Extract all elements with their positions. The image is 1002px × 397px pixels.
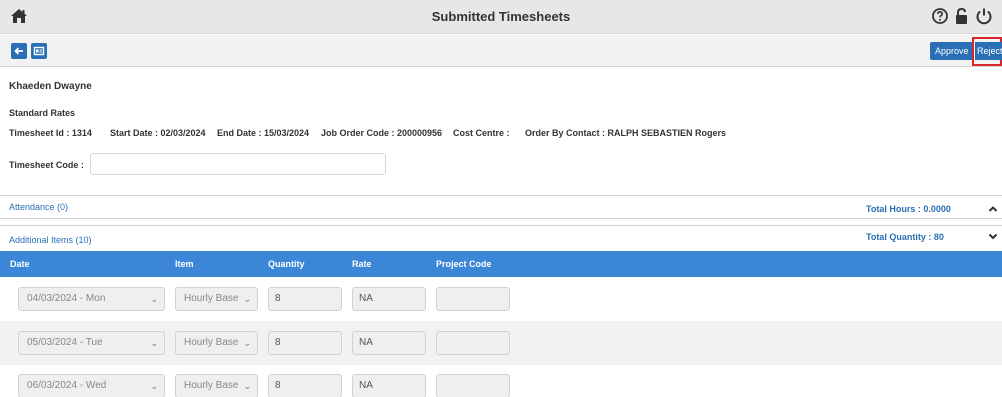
help-circle-icon[interactable] <box>931 7 949 25</box>
attendance-link[interactable]: Attendance (0) <box>9 202 68 212</box>
table-header: Date Item Quantity Rate Project Code <box>0 251 1002 277</box>
item-select-value: Hourly Base <box>184 293 239 304</box>
item-select[interactable]: Hourly Base ⌄ <box>175 287 258 311</box>
cost-centre: Cost Centre : <box>453 128 510 138</box>
card-button[interactable] <box>31 43 47 59</box>
employee-name: Khaeden Dwayne <box>9 81 92 92</box>
column-header-project-code: Project Code <box>436 259 492 269</box>
chevron-down-icon[interactable] <box>987 230 999 242</box>
project-code-input[interactable] <box>436 287 510 311</box>
additional-items-link[interactable]: Additional Items (10) <box>9 235 92 245</box>
order-by-contact: Order By Contact : RALPH SEBASTIEN Roger… <box>525 128 727 138</box>
quantity-input[interactable]: 8 <box>268 331 342 355</box>
rate-field: NA <box>352 287 426 311</box>
job-order-code: Job Order Code : 200000956 <box>321 128 443 138</box>
project-code-input[interactable] <box>436 331 510 355</box>
chevron-down-icon: ⌄ <box>150 338 158 348</box>
total-hours: Total Hours : 0.0000 <box>866 204 951 214</box>
date-select[interactable]: 05/03/2024 - Tue ⌄ <box>18 331 165 355</box>
table-row: 05/03/2024 - Tue ⌄ Hourly Base ⌄ 8 NA <box>0 321 1002 365</box>
column-header-quantity: Quantity <box>268 259 305 269</box>
date-select-value: 04/03/2024 - Mon <box>27 293 106 304</box>
column-header-rate: Rate <box>352 259 372 269</box>
item-select-value: Hourly Base <box>184 337 239 348</box>
timesheet-id: Timesheet Id : 1314 <box>9 128 92 138</box>
additional-items-section[interactable]: Additional Items (10) Total Quantity : 8… <box>0 225 1002 251</box>
back-button[interactable] <box>11 43 27 59</box>
attendance-section[interactable]: Attendance (0) Total Hours : 0.0000 <box>0 195 1002 219</box>
date-select-value: 06/03/2024 - Wed <box>27 380 107 391</box>
chevron-down-icon: ⌄ <box>150 381 158 391</box>
chevron-up-icon[interactable] <box>987 203 999 215</box>
column-header-item: Item <box>175 259 194 269</box>
chevron-down-icon: ⌄ <box>243 381 251 391</box>
item-select-value: Hourly Base <box>184 380 239 391</box>
rate-field: NA <box>352 331 426 355</box>
unlock-icon[interactable] <box>953 7 971 25</box>
reject-button[interactable]: Reject <box>975 42 1002 60</box>
back-arrow-icon <box>14 47 23 55</box>
rate-field: NA <box>352 374 426 397</box>
action-toolbar: Approve Reject <box>0 35 1002 67</box>
table-row: 06/03/2024 - Wed ⌄ Hourly Base ⌄ 8 NA <box>0 365 1002 397</box>
power-icon[interactable] <box>975 7 993 25</box>
id-card-icon <box>33 46 45 56</box>
rate-type: Standard Rates <box>9 108 76 118</box>
date-select[interactable]: 06/03/2024 - Wed ⌄ <box>18 374 165 397</box>
table-row: 04/03/2024 - Mon ⌄ Hourly Base ⌄ 8 NA <box>0 277 1002 321</box>
chevron-down-icon: ⌄ <box>150 294 158 304</box>
item-select[interactable]: Hourly Base ⌄ <box>175 374 258 397</box>
total-quantity: Total Quantity : 80 <box>866 232 944 242</box>
project-code-input[interactable] <box>436 374 510 397</box>
approve-button[interactable]: Approve <box>930 42 974 60</box>
quantity-input[interactable]: 8 <box>268 374 342 397</box>
top-bar: Submitted Timesheets <box>0 0 1002 34</box>
timesheet-code-input[interactable] <box>90 153 386 175</box>
chevron-down-icon: ⌄ <box>243 294 251 304</box>
page-title: Submitted Timesheets <box>431 9 571 24</box>
item-select[interactable]: Hourly Base ⌄ <box>175 331 258 355</box>
date-select[interactable]: 04/03/2024 - Mon ⌄ <box>18 287 165 311</box>
date-select-value: 05/03/2024 - Tue <box>27 337 103 348</box>
column-header-date: Date <box>10 259 30 269</box>
start-date: Start Date : 02/03/2024 <box>110 128 206 138</box>
timesheet-code-label: Timesheet Code : <box>9 160 84 170</box>
quantity-input[interactable]: 8 <box>268 287 342 311</box>
end-date: End Date : 15/03/2024 <box>217 128 310 138</box>
chevron-down-icon: ⌄ <box>243 338 251 348</box>
